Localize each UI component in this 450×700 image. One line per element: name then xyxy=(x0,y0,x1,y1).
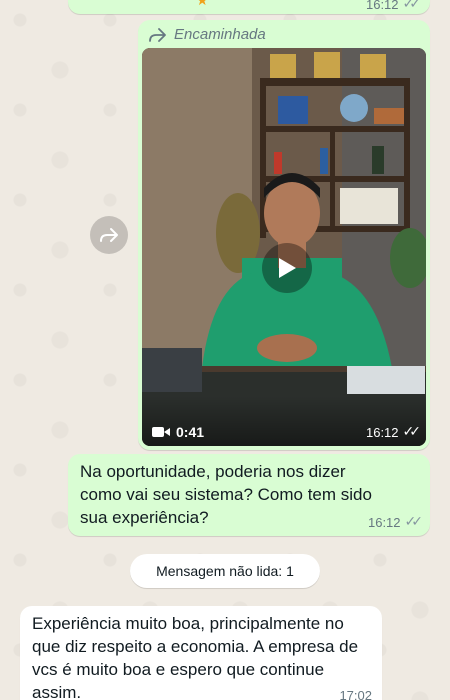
message-time: 16:12 xyxy=(365,0,399,12)
forward-icon xyxy=(149,27,166,42)
unread-messages-banner: Mensagem não lida: 1 xyxy=(130,554,320,588)
incoming-message-bubble[interactable]: Experiência muito boa, principalmente no… xyxy=(20,606,382,700)
forward-button[interactable] xyxy=(90,216,128,254)
message-bubble-previous[interactable]: ★ 16:12 ✓✓ xyxy=(68,0,430,14)
video-camera-icon xyxy=(152,427,170,437)
message-time: 16:12 xyxy=(367,514,401,530)
forward-icon xyxy=(100,228,118,242)
message-meta: 16:12 ✓✓ xyxy=(367,514,424,530)
message-text: Experiência muito boa, principalmente no… xyxy=(32,614,359,700)
chat-area[interactable]: ★ 16:12 ✓✓ Encaminhada 0:41 16:12 ✓✓ Na … xyxy=(0,0,450,700)
double-check-icon: ✓✓ xyxy=(402,424,422,440)
double-check-icon: ✓✓ xyxy=(402,0,422,12)
outgoing-message-bubble[interactable]: Na oportunidade, poderia nos dizer como … xyxy=(68,454,430,536)
message-time: 16:12 xyxy=(365,424,399,440)
emoji: ★ xyxy=(196,0,209,8)
message-meta: 16:12 ✓✓ xyxy=(365,424,422,440)
message-text: Na oportunidade, poderia nos dizer como … xyxy=(80,462,372,527)
play-button[interactable] xyxy=(262,243,312,293)
message-time: 17:02 xyxy=(339,688,372,700)
forwarded-indicator: Encaminhada xyxy=(148,26,266,43)
message-meta: 16:12 ✓✓ xyxy=(365,0,422,12)
double-check-icon: ✓✓ xyxy=(404,514,424,530)
play-icon xyxy=(279,258,296,278)
video-duration: 0:41 xyxy=(152,424,204,440)
forwarded-label: Encaminhada xyxy=(174,26,266,43)
video-thumbnail[interactable]: 0:41 16:12 ✓✓ xyxy=(142,48,426,446)
duration-label: 0:41 xyxy=(176,424,205,440)
video-message-bubble[interactable]: Encaminhada 0:41 16:12 ✓✓ xyxy=(138,20,430,450)
